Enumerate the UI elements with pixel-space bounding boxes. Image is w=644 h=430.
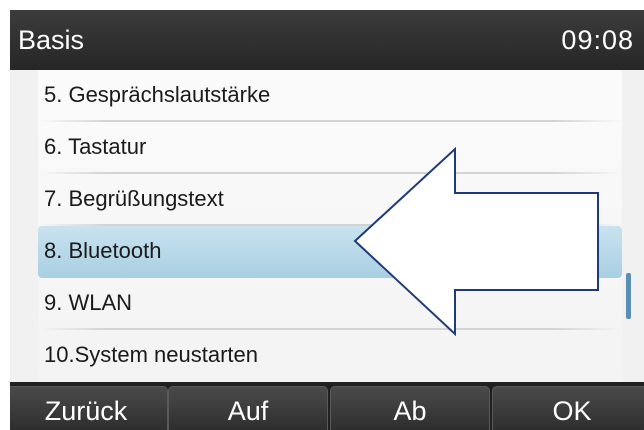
arrow-left-icon: [353, 146, 599, 337]
